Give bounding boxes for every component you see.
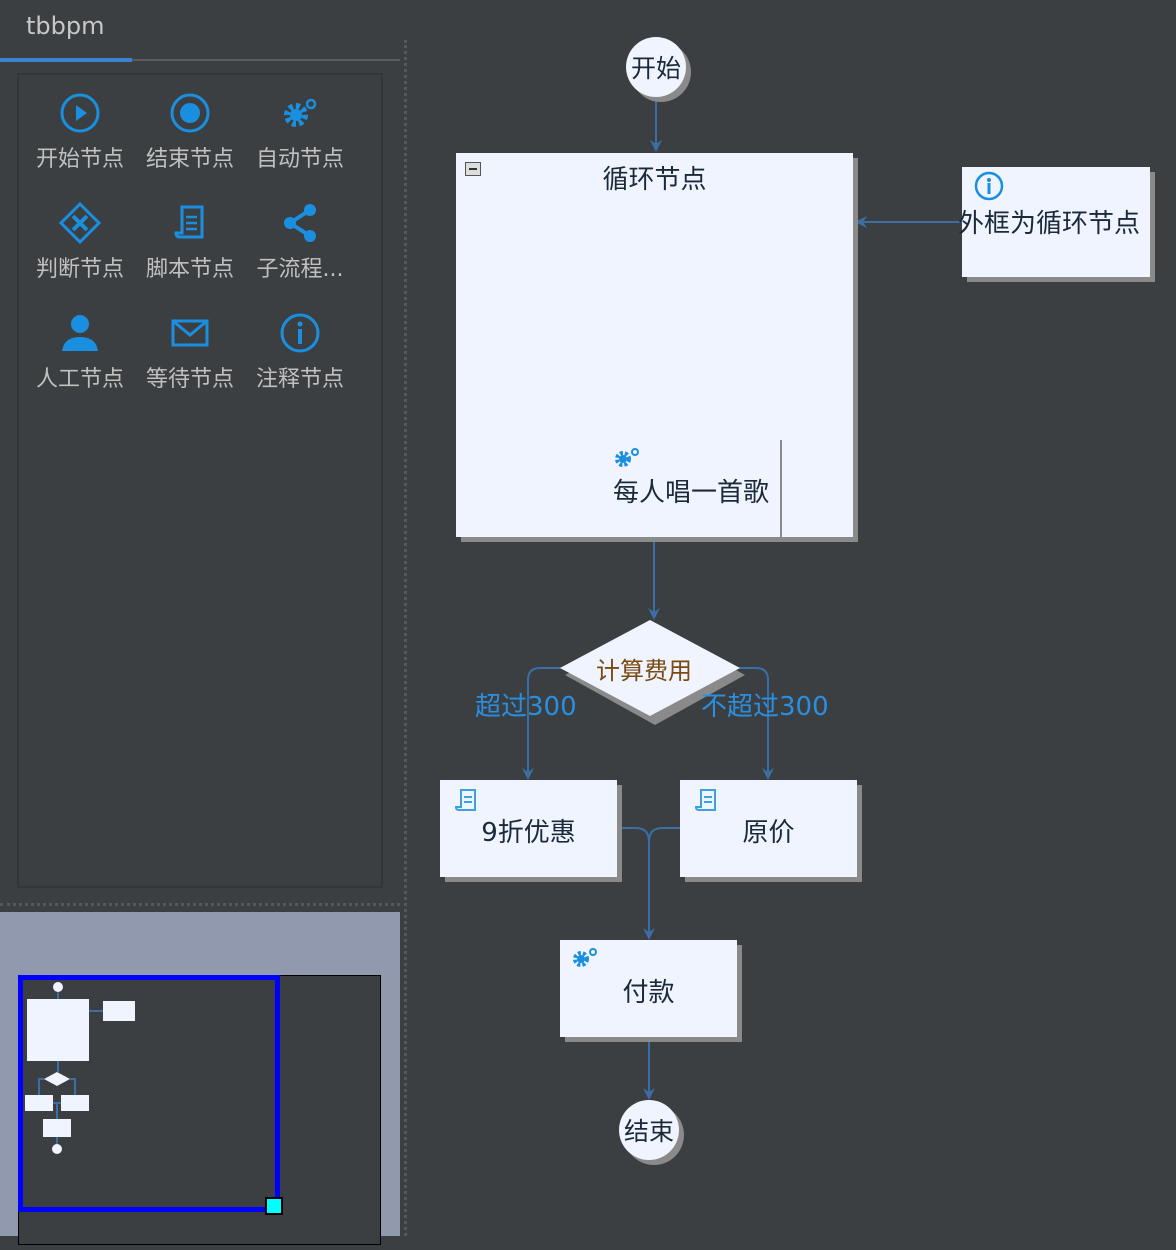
end-node-label: 结束 bbox=[623, 1117, 674, 1146]
pay-label: 付款 bbox=[622, 978, 675, 1008]
scroll-icon bbox=[454, 789, 476, 811]
end-node[interactable]: 结束 bbox=[619, 1100, 679, 1160]
edge-discount-pay bbox=[617, 827, 655, 940]
gears-icon bbox=[573, 948, 597, 967]
annotation-node[interactable]: 外框为循环节点 bbox=[958, 167, 1150, 277]
gears-icon bbox=[615, 448, 639, 467]
original-price-node[interactable]: 原价 bbox=[680, 780, 857, 877]
start-node-label: 开始 bbox=[630, 54, 681, 83]
loop-node-title: 循环节点 bbox=[602, 165, 707, 195]
edge-label-over[interactable]: 超过300 bbox=[475, 686, 577, 723]
edge-label-not-over[interactable]: 不超过300 bbox=[701, 686, 829, 723]
scroll-icon bbox=[694, 789, 716, 811]
loop-inner-node[interactable]: 每人唱一首歌 bbox=[602, 440, 780, 537]
loop-inner-label: 每人唱一首歌 bbox=[612, 478, 769, 508]
info-icon bbox=[974, 171, 1004, 201]
original-price-label: 原价 bbox=[742, 818, 795, 848]
collapse-icon[interactable] bbox=[465, 162, 481, 176]
start-node[interactable]: 开始 bbox=[626, 37, 686, 97]
discount-label: 9折优惠 bbox=[481, 818, 576, 848]
discount-node[interactable]: 9折优惠 bbox=[440, 780, 617, 877]
loop-node[interactable]: 循环节点 每人唱一首歌 bbox=[456, 153, 853, 537]
decision-label: 计算费用 bbox=[596, 657, 692, 685]
annotation-label: 外框为循环节点 bbox=[958, 209, 1141, 239]
pay-node[interactable]: 付款 bbox=[560, 940, 737, 1037]
edge-original-pay bbox=[648, 827, 680, 843]
